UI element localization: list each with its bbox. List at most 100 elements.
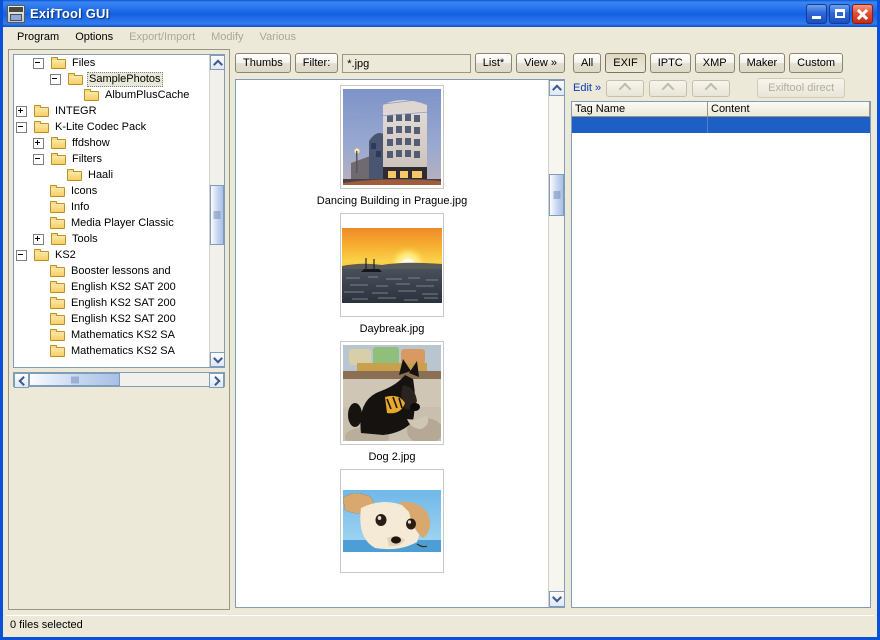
- edit-menu-link[interactable]: Edit »: [573, 82, 601, 94]
- thumbnail-image-frame[interactable]: [340, 85, 444, 189]
- tag-table-header: Tag Name Content: [572, 102, 870, 117]
- menu-program[interactable]: Program: [9, 29, 67, 45]
- tree-node-label: English KS2 SAT 200: [71, 280, 176, 293]
- tree-node[interactable]: AlbumPlusCache: [14, 87, 209, 103]
- tree-node-label: Mathematics KS2 SA: [71, 328, 175, 341]
- folder-icon: [50, 184, 66, 198]
- folder-icon: [51, 56, 67, 70]
- minimize-button[interactable]: [806, 3, 827, 24]
- folder-icon: [51, 152, 67, 166]
- tree-node[interactable]: Booster lessons and: [14, 263, 209, 279]
- tree-node[interactable]: English KS2 SAT 200: [14, 295, 209, 311]
- window-controls: [806, 3, 873, 24]
- thumbnail-scroll-area: Dancing Building in Prague.jpg Daybreak.…: [236, 80, 548, 607]
- tree-collapse-icon[interactable]: [33, 153, 44, 165]
- window-title: ExifTool GUI: [30, 6, 110, 21]
- tree-collapse-icon[interactable]: [16, 121, 27, 133]
- thumb-scroll-up-arrow-icon[interactable]: [549, 80, 564, 96]
- folder-tree-horizontal-scrollbar[interactable]: [13, 372, 225, 388]
- scroll-up-arrow-icon[interactable]: [210, 55, 224, 70]
- tree-node[interactable]: English KS2 SAT 200: [14, 279, 209, 295]
- tree-collapse-icon[interactable]: [33, 57, 44, 69]
- tree-collapse-icon[interactable]: [16, 249, 27, 261]
- tree-node[interactable]: ffdshow: [14, 135, 209, 151]
- menu-options[interactable]: Options: [67, 29, 121, 45]
- tree-node-label: KS2: [55, 248, 76, 261]
- tree-node[interactable]: Info: [14, 199, 209, 215]
- tree-node[interactable]: Haali: [14, 167, 209, 183]
- tree-node[interactable]: SamplePhotos: [14, 71, 209, 87]
- scroll-down-arrow-icon[interactable]: [210, 352, 224, 367]
- filter-input[interactable]: *.jpg: [342, 53, 471, 73]
- thumbnail-item[interactable]: Dog 2.jpg: [236, 336, 548, 464]
- tree-node-label: Media Player Classic: [71, 216, 174, 229]
- tag-table[interactable]: Tag Name Content: [571, 101, 871, 608]
- tree-node[interactable]: Icons: [14, 183, 209, 199]
- tree-expand-icon[interactable]: [16, 105, 27, 117]
- tab-exif[interactable]: EXIF: [605, 52, 646, 73]
- tree-node[interactable]: INTEGR: [14, 103, 209, 119]
- scrollbar-thumb-horizontal[interactable]: [29, 373, 120, 386]
- metadata-panel: All EXIF IPTC XMP Maker Custom Edit » Exiftoo…: [570, 49, 872, 610]
- folder-tree-scroll-area: Files SamplePhotos AlbumPlusCache INTEGR K-L…: [14, 55, 209, 367]
- tree-node[interactable]: Mathematics KS2 SA: [14, 327, 209, 343]
- tree-node[interactable]: English KS2 SAT 200: [14, 311, 209, 327]
- tree-node[interactable]: Files: [14, 55, 209, 71]
- thumbnail-item[interactable]: Daybreak.jpg: [236, 208, 548, 336]
- close-button[interactable]: [852, 3, 873, 24]
- thumbnail-list[interactable]: Dancing Building in Prague.jpg Daybreak.…: [235, 79, 565, 608]
- tree-expand-icon[interactable]: [33, 233, 44, 245]
- thumbnail-item[interactable]: Dancing Building in Prague.jpg: [236, 80, 548, 208]
- folder-tree-panel: Files SamplePhotos AlbumPlusCache INTEGR K-L…: [8, 49, 230, 610]
- scroll-right-arrow-icon[interactable]: [209, 373, 224, 388]
- filter-label-button[interactable]: Filter:: [294, 53, 339, 73]
- tab-maker[interactable]: Maker: [738, 52, 786, 73]
- tab-custom[interactable]: Custom: [789, 52, 844, 73]
- exiftool-direct-button: Exiftool direct: [757, 78, 846, 98]
- menu-bar: Program Options Export/Import Modify Var…: [3, 27, 877, 47]
- nav-up-button-1: [606, 79, 645, 97]
- tree-expand-icon[interactable]: [33, 137, 44, 149]
- list-button[interactable]: List*: [474, 53, 513, 73]
- thumb-scroll-down-arrow-icon[interactable]: [549, 591, 564, 607]
- thumbnail-item[interactable]: [236, 464, 548, 573]
- tab-iptc[interactable]: IPTC: [649, 52, 691, 73]
- tree-node[interactable]: Mathematics KS2 SA: [14, 343, 209, 359]
- column-header-content[interactable]: Content: [708, 102, 870, 117]
- thumbnail-vertical-scrollbar[interactable]: [548, 80, 564, 607]
- folder-icon: [50, 344, 66, 358]
- app-icon: [7, 4, 25, 23]
- thumbnail-caption: Dancing Building in Prague.jpg: [316, 195, 468, 207]
- maximize-button[interactable]: [829, 3, 850, 24]
- column-header-tag-name[interactable]: Tag Name: [572, 102, 708, 117]
- dog-face-image: [343, 490, 441, 552]
- thumbnail-image-frame[interactable]: [340, 469, 444, 573]
- folder-icon: [67, 168, 83, 182]
- metadata-edit-bar: Edit » Exiftool direct: [570, 76, 872, 100]
- tree-collapse-icon[interactable]: [50, 73, 61, 85]
- thumbs-button[interactable]: Thumbs: [235, 53, 291, 73]
- folder-icon: [51, 232, 67, 246]
- table-row[interactable]: [572, 117, 870, 133]
- scroll-left-arrow-icon[interactable]: [14, 373, 29, 388]
- thumbnail-toolbar: Thumbs Filter: *.jpg List* View »: [233, 49, 567, 77]
- folder-tree-vertical-scrollbar[interactable]: [209, 55, 224, 367]
- folder-tree[interactable]: Files SamplePhotos AlbumPlusCache INTEGR K-L…: [13, 54, 225, 368]
- thumbnail-image-frame[interactable]: [340, 341, 444, 445]
- tree-node[interactable]: K-Lite Codec Pack: [14, 119, 209, 135]
- sunset-sea-image: [342, 227, 442, 303]
- folder-icon: [50, 328, 66, 342]
- tree-node[interactable]: Tools: [14, 231, 209, 247]
- thumbnail-image-frame[interactable]: [340, 213, 444, 317]
- tree-node[interactable]: KS2: [14, 247, 209, 263]
- scrollbar-thumb[interactable]: [210, 185, 224, 245]
- tree-node[interactable]: Media Player Classic: [14, 215, 209, 231]
- menu-various: Various: [259, 31, 297, 43]
- tab-all[interactable]: All: [573, 52, 602, 73]
- tree-node[interactable]: Filters: [14, 151, 209, 167]
- folder-icon: [34, 104, 50, 118]
- tab-xmp[interactable]: XMP: [694, 52, 735, 73]
- view-button[interactable]: View »: [516, 53, 565, 73]
- tree-node-label: Tools: [72, 232, 98, 245]
- thumbnail-scrollbar-thumb[interactable]: [549, 174, 564, 216]
